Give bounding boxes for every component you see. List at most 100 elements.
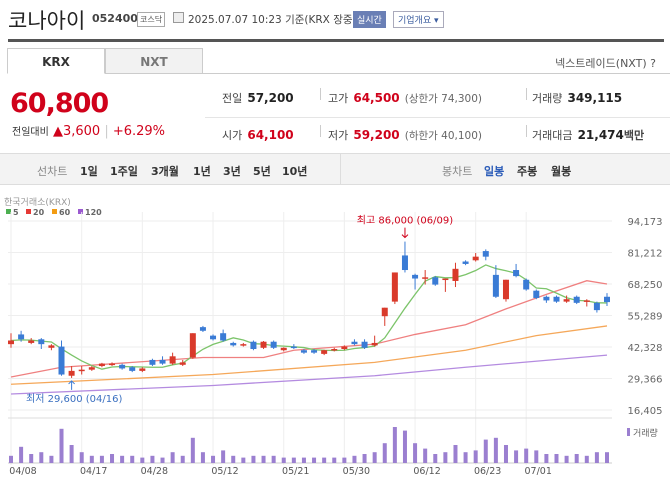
candle <box>492 265 499 298</box>
candle <box>391 272 398 305</box>
candle <box>189 333 196 359</box>
volume-bar <box>261 455 266 463</box>
candle-body <box>68 370 75 376</box>
candle-body <box>48 345 55 348</box>
volume-bar <box>534 450 539 463</box>
volume-bar <box>514 450 519 463</box>
candle-body <box>179 362 186 365</box>
candle <box>472 253 479 262</box>
candle-body <box>422 277 429 279</box>
volume-label: 거래량 <box>633 427 658 439</box>
candle-body <box>543 296 550 301</box>
candle <box>381 307 388 326</box>
candle-body <box>341 346 348 350</box>
candle-body <box>270 341 277 348</box>
volume-bar <box>503 445 508 463</box>
volume-bar <box>200 452 205 463</box>
candle <box>361 339 368 350</box>
volume-bar <box>544 454 549 463</box>
candle <box>593 301 600 313</box>
volume-bar <box>89 455 94 463</box>
volume-bar <box>433 454 438 463</box>
candle <box>573 295 580 305</box>
volume-bar <box>423 448 428 463</box>
volume-bar <box>443 452 448 463</box>
volume-bar <box>271 455 276 463</box>
x-tick-label: 05/30 <box>343 466 370 477</box>
candle <box>119 363 126 370</box>
candle <box>290 344 297 350</box>
volume-legend-swatch <box>627 428 630 436</box>
volume-bar <box>281 457 286 463</box>
volume-bar <box>99 455 104 463</box>
candle-body <box>149 359 156 365</box>
candle <box>401 241 408 273</box>
candle-body <box>240 344 247 346</box>
down-arrow-icon <box>401 227 409 239</box>
legend-swatch <box>26 209 31 214</box>
volume-bar <box>291 457 296 463</box>
candle <box>543 295 550 303</box>
volume-bar <box>140 457 145 463</box>
candle <box>432 276 439 286</box>
x-tick-label: 04/28 <box>141 466 168 477</box>
candle <box>412 273 419 290</box>
candle-body <box>442 278 449 281</box>
candle <box>199 325 206 332</box>
legend-label: 60 <box>59 208 71 217</box>
volume-bar <box>524 448 529 463</box>
candle <box>230 341 237 347</box>
candle-body <box>361 341 368 348</box>
candle-body <box>492 274 499 297</box>
candle <box>48 344 55 351</box>
volume-bar <box>413 443 418 463</box>
candle <box>280 347 287 352</box>
volume-bar <box>211 455 216 463</box>
candle-body <box>109 363 116 366</box>
volume-bar <box>564 455 569 463</box>
candle-body <box>199 327 206 331</box>
y-tick-label: 55,289 <box>628 312 663 323</box>
x-tick-label: 06/23 <box>474 466 501 477</box>
volume-bar <box>453 445 458 463</box>
candle <box>68 366 75 378</box>
candle <box>351 339 358 346</box>
volume-bar <box>483 439 488 463</box>
candle-body <box>300 350 307 353</box>
candle-body <box>583 300 590 302</box>
candle <box>422 270 429 285</box>
candle-body <box>8 340 14 345</box>
candle <box>371 335 378 347</box>
chart-source: 한국거래소(KRX) <box>4 197 71 208</box>
candle <box>482 249 489 261</box>
legend-swatch <box>78 209 83 214</box>
volume-bar <box>342 457 347 463</box>
candle-body <box>412 274 419 279</box>
volume-bar <box>69 445 74 463</box>
volume-bar <box>130 455 135 463</box>
candle-body <box>290 346 297 349</box>
candle-body <box>432 277 439 285</box>
volume-bar <box>362 454 367 463</box>
candle <box>533 289 540 300</box>
candle-body <box>230 342 237 346</box>
candle-body <box>401 255 408 271</box>
candle-body <box>593 302 600 311</box>
candle-body <box>119 364 126 369</box>
candle <box>270 340 277 350</box>
candle-body <box>381 307 388 317</box>
volume-bar <box>59 428 64 463</box>
volume-bar <box>241 457 246 463</box>
candle-body <box>351 341 358 345</box>
y-tick-label: 29,366 <box>628 375 663 386</box>
candle-body <box>169 356 176 364</box>
candle-body <box>139 368 146 371</box>
volume-bar <box>190 437 195 463</box>
candle-body <box>462 261 469 264</box>
y-tick-label: 94,173 <box>628 217 663 228</box>
volume-bar <box>332 457 337 463</box>
volume-bar <box>554 454 559 463</box>
candle-body <box>210 335 217 340</box>
volume-bar <box>473 450 478 463</box>
candle-body <box>98 363 105 367</box>
